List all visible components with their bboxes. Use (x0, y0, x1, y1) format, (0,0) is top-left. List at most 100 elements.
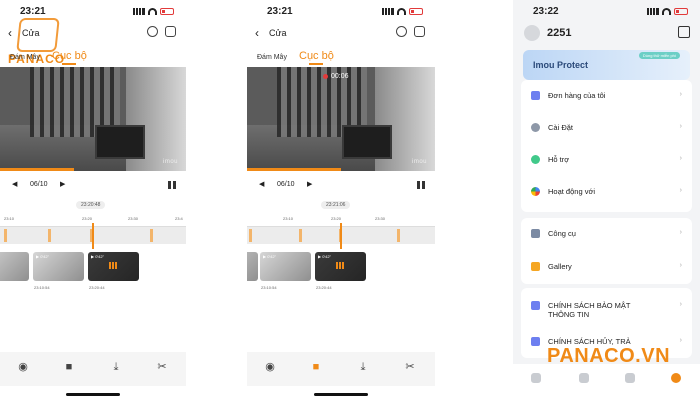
video-watermark: imou (162, 159, 178, 165)
timeline[interactable]: 23:10 23:20 23:30 23:4 (0, 216, 186, 249)
clip-time: 23:20:44 (89, 285, 105, 290)
battery-icon (160, 8, 174, 15)
timeline-cursor[interactable] (340, 223, 342, 249)
home-indicator (314, 393, 368, 396)
date-label[interactable]: 06/10 (277, 181, 295, 188)
imou-protect-banner[interactable]: Imou Protect Dùng thử miễn phí (523, 50, 690, 80)
status-bar: 23:21 (247, 6, 435, 20)
playback-progress[interactable] (247, 168, 341, 171)
timeline-track[interactable] (0, 223, 186, 249)
recording-segment[interactable] (397, 229, 400, 242)
user-id[interactable]: 2251 (547, 27, 571, 39)
clip-thumbnail-selected[interactable]: ▶ 0'42" (88, 252, 139, 281)
banner-title: Imou Protect (533, 60, 589, 70)
profile-tab-icon[interactable] (671, 373, 681, 383)
profile-header: 2251 (513, 22, 700, 48)
snapshot-camera-icon[interactable]: ◉ (264, 362, 276, 373)
menu-item-orders[interactable]: Đơn hàng của tôi › (521, 82, 692, 110)
menu-item-gallery[interactable]: Gallery › (521, 253, 692, 281)
tab-underline (309, 63, 323, 65)
device-title: Cửa (269, 28, 287, 38)
clip-thumbnail-selected[interactable]: ▶ 0'42" (315, 252, 366, 281)
playback-progress[interactable] (0, 168, 75, 171)
tab-local[interactable]: Cục bộ (299, 50, 334, 62)
clip-time: 23:20:44 (316, 285, 332, 290)
status-icons (382, 8, 423, 15)
share-icon[interactable] (147, 26, 158, 37)
grid-view-icon[interactable] (417, 181, 425, 189)
wifi-icon (148, 8, 157, 15)
menu-item-privacy-policy[interactable]: CHÍNH SÁCH BẢO MẬT THÔNG TIN › (521, 292, 692, 322)
next-day-icon[interactable]: ▶ (307, 180, 312, 188)
chevron-right-icon: › (679, 91, 682, 98)
signal-icon (647, 8, 659, 15)
settings-icon[interactable] (165, 26, 176, 37)
signal-icon (133, 8, 145, 15)
status-bar: 23:22 (513, 6, 700, 20)
qr-scan-icon[interactable] (678, 26, 690, 38)
recording-segment[interactable] (150, 229, 153, 242)
clip-thumbnail[interactable]: ▶ 0'42" (33, 252, 84, 281)
free-trial-badge[interactable]: Dùng thử miễn phí (638, 52, 680, 59)
chevron-right-icon: › (679, 187, 682, 194)
assistant-icon (531, 187, 540, 196)
storage-tabs: Đám Mây Cục bộ (247, 50, 435, 65)
date-bar: ◀ 06/10 ▶ (247, 179, 435, 193)
wifi-icon (662, 8, 671, 15)
recording-time: 00:06 (331, 73, 349, 80)
clip-thumbnail[interactable]: ▶ 0'42" (260, 252, 311, 281)
recording-indicator: 00:06 (323, 73, 349, 80)
menu-item-label: CHÍNH SÁCH BẢO MẬT THÔNG TIN (548, 301, 631, 319)
home-tab-icon[interactable] (531, 373, 541, 383)
status-icons (133, 8, 174, 15)
document-icon (531, 337, 540, 346)
recording-segment[interactable] (48, 229, 51, 242)
message-tab-icon[interactable] (625, 373, 635, 383)
tab-cloud[interactable]: Đám Mây (10, 54, 40, 61)
snapshot-camera-icon[interactable]: ◉ (17, 362, 29, 373)
record-video-icon[interactable]: ■ (310, 362, 322, 373)
prev-day-icon[interactable]: ◀ (12, 180, 17, 188)
download-icon[interactable]: ⤓ (110, 362, 122, 373)
menu-item-support[interactable]: Hỗ trợ › (521, 146, 692, 174)
playback-screen-left: 23:21 ‹ Cửa PANACO Đám Mây Cục bộ imou ◀… (0, 0, 186, 400)
recording-segment[interactable] (299, 229, 302, 242)
menu-item-settings[interactable]: Cài Đặt › (521, 114, 692, 142)
menu-item-label: Hỗ trợ (548, 155, 570, 164)
video-player[interactable]: 00:06 imou (247, 67, 435, 171)
battery-icon (674, 8, 688, 15)
record-video-icon[interactable]: ■ (63, 362, 75, 373)
share-icon[interactable] (396, 26, 407, 37)
avatar[interactable] (524, 25, 540, 41)
timeline-cursor[interactable] (92, 223, 94, 249)
scissors-icon[interactable]: ✂ (156, 362, 168, 373)
grid-view-icon[interactable] (168, 181, 176, 189)
logo-hexagon-icon (16, 18, 60, 52)
download-icon[interactable]: ⤓ (357, 362, 369, 373)
video-object (342, 125, 392, 159)
settings-icon[interactable] (414, 26, 425, 37)
chevron-right-icon: › (679, 155, 682, 162)
clip-time: 23:10:54 (34, 285, 50, 290)
clip-thumbnail[interactable] (247, 252, 258, 281)
next-day-icon[interactable]: ▶ (60, 180, 65, 188)
timeline-track[interactable] (247, 223, 435, 249)
playing-indicator-icon (336, 262, 344, 269)
toolbox-icon (531, 229, 540, 238)
menu-item-works-with[interactable]: Hoạt động với › (521, 178, 692, 206)
video-player[interactable]: imou (0, 67, 186, 171)
wifi-icon (397, 8, 406, 15)
clip-duration: ▶ 0'42" (263, 254, 277, 259)
recording-segment[interactable] (249, 229, 252, 242)
prev-day-icon[interactable]: ◀ (259, 180, 264, 188)
menu-item-tools[interactable]: Công cụ › (521, 220, 692, 248)
tab-cloud[interactable]: Đám Mây (257, 54, 287, 61)
timeline[interactable]: 23:10 23:20 23:30 (247, 216, 435, 249)
scissors-icon[interactable]: ✂ (404, 362, 416, 373)
clip-thumbnail[interactable] (0, 252, 29, 281)
date-label[interactable]: 06/10 (30, 181, 48, 188)
explore-tab-icon[interactable] (579, 373, 589, 383)
back-icon[interactable]: ‹ (255, 26, 259, 40)
recording-segment[interactable] (4, 229, 7, 242)
tab-local[interactable]: Cục bộ (52, 50, 87, 62)
